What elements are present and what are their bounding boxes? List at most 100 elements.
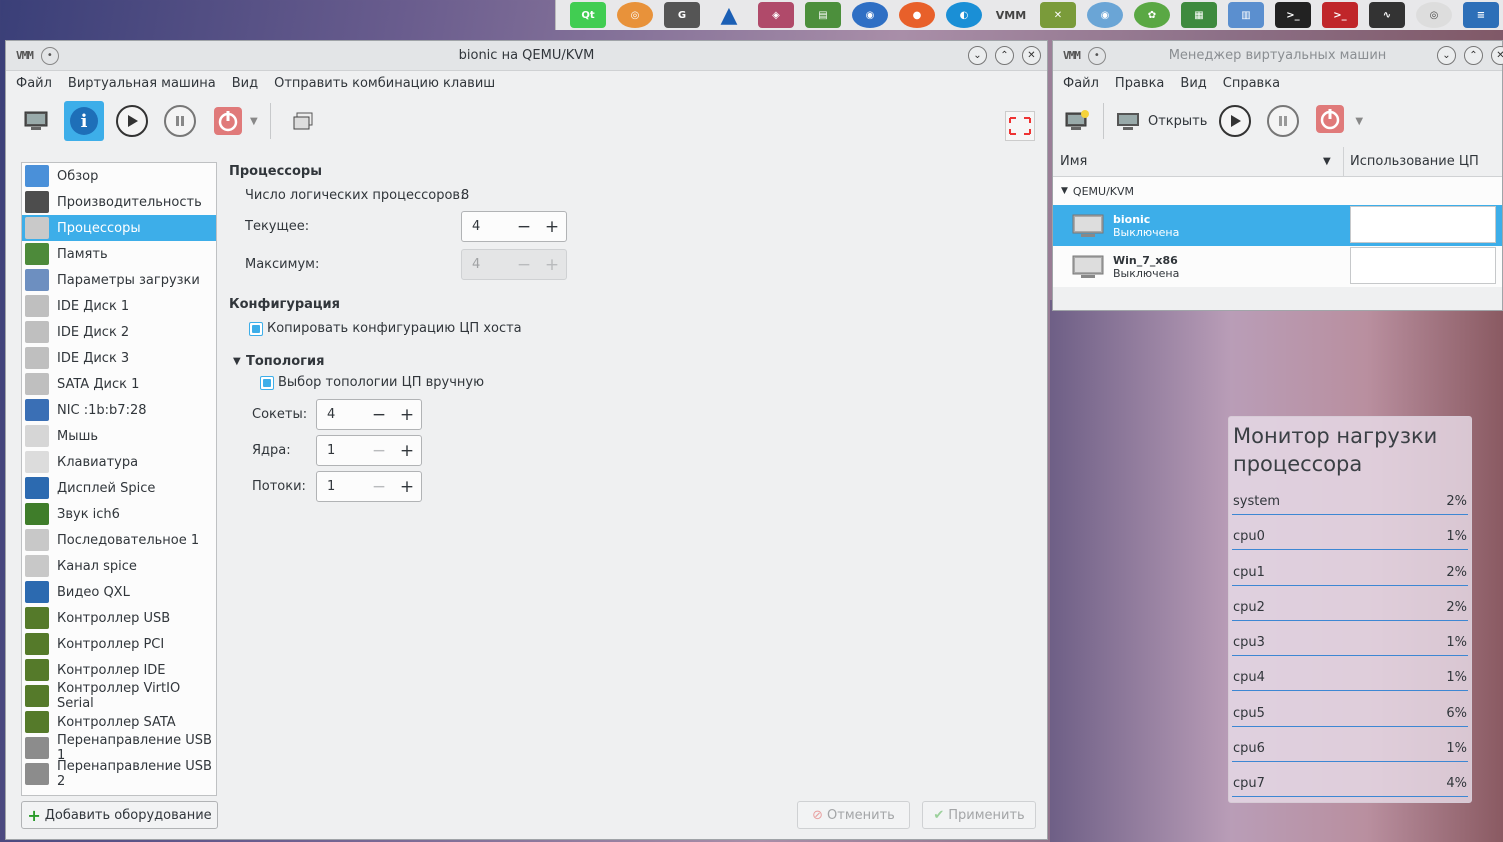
menu-edit[interactable]: Правка	[1107, 76, 1172, 91]
hardware-item[interactable]: IDE Диск 2	[22, 319, 216, 345]
threads-spinbox[interactable]: 1 − +	[316, 471, 422, 502]
eye-icon[interactable]: ◉	[1087, 2, 1123, 28]
decrement-button[interactable]: −	[365, 441, 393, 461]
open-button[interactable]: Открыть	[1110, 101, 1213, 141]
shutdown-button[interactable]	[208, 101, 248, 141]
hardware-item[interactable]: Звук ich6	[22, 501, 216, 527]
webcam-icon[interactable]: ◎	[1416, 2, 1452, 28]
terminal-red-icon[interactable]: >_	[1322, 2, 1358, 28]
calculator-icon[interactable]: ▦	[1181, 2, 1217, 28]
hardware-item[interactable]: Перенаправление USB 1	[22, 733, 216, 763]
hardware-item[interactable]: Видео QXL	[22, 579, 216, 605]
hardware-item[interactable]: Процессоры	[22, 215, 216, 241]
decrement-button[interactable]: −	[510, 255, 538, 275]
add-hardware-button[interactable]: + Добавить оборудование	[21, 801, 218, 829]
hardware-item[interactable]: Дисплей Spice	[22, 475, 216, 501]
run-button[interactable]	[1219, 105, 1252, 137]
maximize-button[interactable]: ⌃	[1464, 46, 1483, 65]
minimize-button[interactable]: ⌄	[968, 46, 987, 65]
cores-spinbox[interactable]: 1 − +	[316, 435, 422, 466]
hardware-item[interactable]: Перенаправление USB 2	[22, 759, 216, 789]
pause-button[interactable]	[1267, 105, 1300, 137]
hardware-item[interactable]: Клавиатура	[22, 449, 216, 475]
apply-button[interactable]: ✔ Применить	[922, 801, 1036, 829]
browser-icon[interactable]: ◐	[946, 2, 982, 28]
hardware-item[interactable]: NIC :1b:b7:28	[22, 397, 216, 423]
run-button[interactable]	[112, 101, 152, 141]
qt-creator-icon[interactable]: Qt	[570, 2, 606, 28]
hardware-item[interactable]: Обзор	[22, 163, 216, 189]
hardware-item[interactable]: IDE Диск 3	[22, 345, 216, 371]
books-icon[interactable]: ▤	[805, 2, 841, 28]
package-icon[interactable]: ◈	[758, 2, 794, 28]
expand-icon[interactable]: ▼	[1061, 186, 1068, 196]
name-column-header[interactable]: Имя	[1053, 154, 1323, 169]
spiral-icon[interactable]: ◎	[617, 2, 653, 28]
triangle-icon[interactable]: ▲	[711, 2, 747, 28]
increment-button[interactable]: +	[393, 405, 421, 425]
hardware-item[interactable]: Контроллер VirtIO Serial	[22, 681, 216, 711]
shutdown-button[interactable]	[1315, 104, 1345, 138]
close-button[interactable]: ✕	[1491, 46, 1503, 65]
copy-host-checkbox[interactable]	[249, 322, 263, 336]
hardware-item[interactable]: IDE Диск 1	[22, 293, 216, 319]
virt-manager-icon[interactable]: VMM	[993, 2, 1029, 28]
increment-button[interactable]: +	[393, 441, 421, 461]
shutdown-menu-chevron-icon[interactable]: ▼	[1355, 116, 1363, 127]
decrement-button[interactable]: −	[365, 405, 393, 425]
topology-expander-icon[interactable]: ▼	[233, 356, 241, 367]
hardware-item[interactable]: SATA Диск 1	[22, 371, 216, 397]
increment-button[interactable]: +	[393, 477, 421, 497]
menu-file[interactable]: Файл	[8, 76, 60, 91]
system-monitor-icon[interactable]: ∿	[1369, 2, 1405, 28]
hardware-item[interactable]: Контроллер SATA	[22, 709, 216, 735]
connection-group[interactable]: ▼ QEMU/KVM	[1053, 177, 1502, 205]
cancel-button[interactable]: ⊘ Отменить	[797, 801, 910, 829]
file-manager-icon[interactable]: ▥	[1228, 2, 1264, 28]
current-processors-spinbox[interactable]: 4 − +	[461, 211, 567, 242]
new-vm-button[interactable]	[1057, 101, 1097, 141]
decrement-button[interactable]: −	[365, 477, 393, 497]
manual-topology-checkbox[interactable]	[260, 376, 274, 390]
pause-button[interactable]	[160, 101, 200, 141]
network-globe-icon[interactable]: ◉	[852, 2, 888, 28]
max-processors-spinbox[interactable]: 4 − +	[461, 249, 567, 280]
menu-view[interactable]: Вид	[224, 76, 266, 91]
terminal-icon[interactable]: >_	[1275, 2, 1311, 28]
hardware-item[interactable]: Последовательное 1	[22, 527, 216, 553]
hardware-item[interactable]: Контроллер IDE	[22, 657, 216, 683]
git-icon[interactable]: G	[664, 2, 700, 28]
maximize-button[interactable]: ⌃	[995, 46, 1014, 65]
menu-help[interactable]: Справка	[1215, 76, 1288, 91]
vm-row[interactable]: Win_7_x86 Выключена	[1053, 246, 1502, 287]
fullscreen-button[interactable]	[1005, 111, 1035, 141]
menu-vm[interactable]: Виртуальная машина	[60, 76, 224, 91]
vm-row[interactable]: bionic Выключена	[1053, 205, 1502, 246]
snapshots-button[interactable]	[283, 101, 323, 141]
increment-button[interactable]: +	[538, 217, 566, 237]
leaf-icon[interactable]: ✿	[1134, 2, 1170, 28]
hardware-item[interactable]: Контроллер PCI	[22, 631, 216, 657]
hardware-item[interactable]: Параметры загрузки	[22, 267, 216, 293]
increment-button[interactable]: +	[538, 255, 566, 275]
close-button[interactable]: ✕	[1022, 46, 1041, 65]
sort-chevron-icon[interactable]: ▼	[1323, 156, 1343, 167]
pin-icon[interactable]: •	[1087, 46, 1106, 65]
minimize-button[interactable]: ⌄	[1437, 46, 1456, 65]
menu-send-key[interactable]: Отправить комбинацию клавиш	[266, 76, 503, 91]
hardware-item[interactable]: Мышь	[22, 423, 216, 449]
decrement-button[interactable]: −	[510, 217, 538, 237]
hardware-item[interactable]: Контроллер USB	[22, 605, 216, 631]
hardware-item[interactable]: Производительность	[22, 189, 216, 215]
sockets-spinbox[interactable]: 4 − +	[316, 399, 422, 430]
pin-icon[interactable]: •	[40, 46, 59, 65]
shutdown-menu-chevron-icon[interactable]: ▼	[250, 116, 258, 127]
hardware-item[interactable]: Канал spice	[22, 553, 216, 579]
console-button[interactable]	[16, 101, 56, 141]
text-editor-icon[interactable]: ≡	[1463, 2, 1499, 28]
hardware-item[interactable]: Память	[22, 241, 216, 267]
cpu-column-header[interactable]: Использование ЦП	[1343, 146, 1479, 177]
menu-file[interactable]: Файл	[1055, 76, 1107, 91]
tools-icon[interactable]: ✕	[1040, 2, 1076, 28]
menu-view[interactable]: Вид	[1172, 76, 1214, 91]
